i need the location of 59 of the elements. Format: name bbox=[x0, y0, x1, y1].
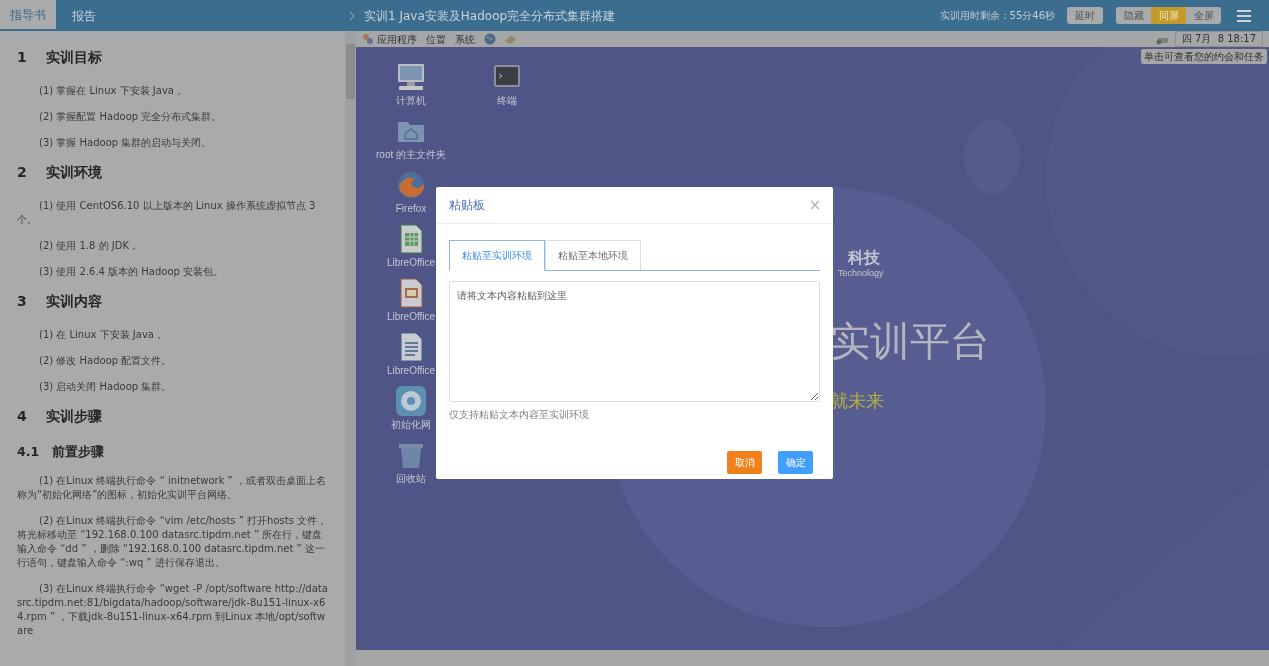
tool-icon[interactable] bbox=[504, 33, 517, 45]
panel-menu[interactable]: 系统 bbox=[455, 31, 475, 47]
logo-text: 科技 bbox=[848, 249, 880, 267]
icon-label[interactable]: 终端 bbox=[497, 94, 517, 108]
section-heading: 1 实训目标 bbox=[17, 48, 104, 67]
chevron-icon bbox=[348, 10, 356, 21]
icon-label[interactable]: 计算机 bbox=[396, 94, 426, 108]
apps-icon[interactable] bbox=[362, 33, 374, 45]
confirm-button[interactable]: 确定 bbox=[778, 451, 813, 474]
icon-label[interactable]: 回收站 bbox=[396, 472, 426, 486]
header-tab[interactable]: 报告 bbox=[56, 0, 112, 31]
logo-subtext: Technology bbox=[838, 267, 884, 280]
icon-label[interactable]: 初始化网 bbox=[391, 418, 431, 432]
header-tab[interactable]: 指导书 bbox=[0, 0, 56, 31]
extend-button[interactable]: 延时 bbox=[1067, 7, 1103, 24]
panel-clock[interactable]: 四 7月 8 18:17 bbox=[1174, 31, 1263, 47]
paragraph: (1) 在Linux 终端执行命令 “ initnetwork ” ，或者双击桌面上名称为“初始化网络”的图标，初始化实训平台网络。 bbox=[17, 473, 327, 502]
menu-icon[interactable] bbox=[1237, 9, 1251, 22]
dialog-title: 粘贴板 bbox=[449, 197, 485, 214]
view-button[interactable]: 隐藏 bbox=[1116, 7, 1151, 24]
paragraph: (2) 在Linux 终端执行命令 “vim /etc/hosts ” 打开hosts 文件，将光标移动至 “192.168.0.100 datasrc.tipdm.net ” 所在行，键盘输入命令 “dd ” ，删除 “192.168.0.100 datasrc.tipdm.net ” 这一行语句，键盘输入命令 “:wq ” 进行保存退出。 bbox=[17, 513, 329, 570]
cancel-button[interactable]: 取消 bbox=[727, 451, 762, 474]
paragraph: (1) 在 Linux 下安装 Java 。 bbox=[38, 328, 169, 342]
scrollbar[interactable] bbox=[345, 31, 356, 666]
paragraph: (2) 使用 1.8 的 JDK 。 bbox=[38, 239, 144, 253]
icon-label[interactable]: LibreOffice bbox=[386, 256, 436, 270]
paragraph: (2) 掌握配置 Hadoop 完全分布式集群。 bbox=[38, 110, 223, 124]
tooltip: 单击可查看您的约会和任务 bbox=[1141, 49, 1267, 64]
section-heading: 4 实训步骤 bbox=[17, 407, 104, 426]
computer-icon bbox=[395, 61, 427, 93]
section-heading: 3 实训内容 bbox=[17, 292, 104, 311]
icon-label[interactable]: root 的主文件夹 bbox=[376, 148, 446, 162]
paste-textarea[interactable]: 请将文本内容粘贴到这里 bbox=[449, 281, 820, 402]
close-icon[interactable] bbox=[810, 200, 820, 210]
icon-label[interactable]: LibreOffice bbox=[386, 364, 436, 378]
browser-icon bbox=[395, 169, 427, 201]
paragraph: (3) 掌握 Hadoop 集群的启动与关闭。 bbox=[38, 136, 213, 150]
paragraph: (2) 修改 Hadoop 配置文件。 bbox=[38, 354, 173, 368]
panel-menu[interactable]: 位置 bbox=[426, 31, 446, 47]
view-button[interactable]: 同屏 bbox=[1151, 7, 1186, 24]
dialog-tab[interactable]: 粘贴至实训环境 bbox=[449, 240, 545, 271]
paragraph: (3) 使用 2.6.4 版本的 Hadoop 安装包。 bbox=[38, 265, 225, 279]
page-title: 实训1 Java安装及Hadoop完全分布式集群搭建 bbox=[364, 7, 616, 25]
section-heading: 2 实训环境 bbox=[17, 163, 104, 182]
icon-label[interactable]: LibreOffice bbox=[386, 310, 436, 324]
paragraph: (1) 使用 CentOS6.10 以上版本的 Linux 操作系统虚拟节点 3 个。 bbox=[17, 199, 317, 227]
paragraph: (3) 启动关闭 Hadoop 集群。 bbox=[38, 380, 173, 394]
timer-text: 实训用时剩余：55分46秒 bbox=[939, 9, 1055, 23]
paragraph: (1) 掌握在 Linux 下安装 Java 。 bbox=[38, 84, 189, 98]
subsection-heading: 4.1 前置步骤 bbox=[17, 443, 106, 461]
view-button[interactable]: 全屏 bbox=[1186, 7, 1221, 24]
hint-text: 仅支持粘贴文本内容至实训环境 bbox=[449, 408, 590, 422]
network-icon bbox=[395, 385, 427, 417]
platform-title: 实训平台 bbox=[830, 317, 990, 365]
globe-icon[interactable] bbox=[484, 33, 496, 45]
panel-menu[interactable]: 应用程序 bbox=[377, 31, 417, 47]
dialog-tab[interactable]: 粘贴至本地环境 bbox=[545, 240, 641, 270]
paragraph: (3) 在Linux 终端执行命令 “wget -P /opt/software http://datasrc.tipdm.net:81/bigdata/hadoop/software/jdk-8u151-linux-x64.rpm ” ，下载jdk-8u151-linux-x64.rpm 到Linux 本地/opt/software bbox=[17, 581, 329, 638]
icon-label[interactable]: Firefox bbox=[395, 202, 427, 216]
